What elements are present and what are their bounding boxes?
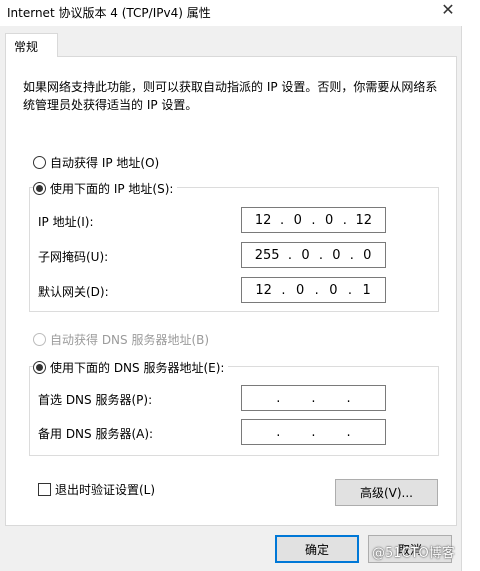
advanced-button[interactable]: 高级(V)... (335, 479, 438, 506)
manual-ip-label: 使用下面的 IP 地址(S): (50, 182, 174, 196)
ip-address-input[interactable]: 12. 0. 0. 12 (241, 207, 386, 233)
validate-on-exit-label: 退出时验证设置(L) (55, 483, 156, 497)
dot: . (311, 424, 316, 440)
subnet-mask-label: 子网掩码(U): (38, 250, 109, 264)
octet-1: 255 (254, 247, 280, 263)
dot: . (349, 247, 354, 263)
octet-3: 0 (325, 212, 334, 228)
dot: . (347, 282, 353, 298)
dot: . (276, 424, 281, 440)
dot: . (346, 390, 351, 406)
watermark-text: @51CTO博客 (372, 546, 455, 561)
dot: . (314, 282, 319, 298)
subnet-mask-input[interactable]: 255. 0. 0. 0 (241, 242, 386, 268)
dot: . (311, 212, 316, 228)
validate-on-exit-option[interactable]: 退出时验证设置(L) (38, 481, 155, 498)
auto-ip-label: 自动获得 IP 地址(O) (50, 156, 160, 170)
dot: . (318, 247, 323, 263)
auto-ip-radio[interactable] (33, 156, 46, 169)
preferred-dns-label: 首选 DNS 服务器(P): (38, 393, 153, 407)
close-icon[interactable]: ✕ (434, 0, 462, 22)
dot: . (342, 212, 347, 228)
octet-4: 12 (355, 212, 373, 228)
dot: . (281, 282, 286, 298)
tab-general[interactable]: 常规 (5, 33, 58, 57)
octet-3: 0 (332, 247, 341, 263)
octet-2: 0 (301, 247, 310, 263)
ok-button[interactable]: 确定 (275, 535, 359, 563)
manual-dns-option[interactable]: 使用下面的 DNS 服务器地址(E): (33, 359, 229, 376)
dot: . (287, 247, 293, 263)
default-gateway-label: 默认网关(D): (38, 285, 109, 299)
dot: . (311, 390, 316, 406)
octet-4: 1 (362, 282, 371, 298)
octet-1: 12 (255, 282, 272, 298)
window-title: Internet 协议版本 4 (TCP/IPv4) 属性 (7, 6, 211, 20)
octet-1: 12 (254, 212, 272, 228)
manual-dns-radio[interactable] (33, 361, 46, 374)
auto-dns-radio[interactable] (33, 333, 46, 346)
auto-dns-label: 自动获得 DNS 服务器地址(B) (50, 333, 210, 347)
dot: . (280, 212, 285, 228)
background-strip (462, 0, 480, 571)
default-gateway-input[interactable]: 12. 0. 0. 1 (241, 277, 386, 303)
tcpip-properties-dialog: Internet 协议版本 4 (TCP/IPv4) 属性 ✕ 常规 如果网络支… (0, 0, 462, 571)
octet-4: 0 (363, 247, 372, 263)
validate-on-exit-checkbox[interactable] (38, 483, 51, 496)
auto-dns-option[interactable]: 自动获得 DNS 服务器地址(B) (33, 331, 209, 348)
octet-2: 0 (295, 282, 305, 298)
octet-3: 0 (329, 282, 338, 298)
preferred-dns-input[interactable]: . . . (241, 385, 386, 411)
auto-ip-option[interactable]: 自动获得 IP 地址(O) (33, 154, 159, 171)
alternate-dns-input[interactable]: . . . (241, 419, 386, 445)
alternate-dns-label: 备用 DNS 服务器(A): (38, 427, 154, 441)
ip-address-label: IP 地址(I): (38, 215, 94, 229)
title-bar: Internet 协议版本 4 (TCP/IPv4) 属性 ✕ (0, 0, 462, 26)
octet-2: 0 (293, 212, 302, 228)
dot: . (346, 424, 351, 440)
manual-dns-label: 使用下面的 DNS 服务器地址(E): (50, 361, 225, 375)
manual-ip-radio[interactable] (33, 182, 46, 195)
dot: . (276, 390, 281, 406)
manual-ip-option[interactable]: 使用下面的 IP 地址(S): (33, 180, 178, 197)
description-text: 如果网络支持此功能，则可以获取自动指派的 IP 设置。否则，你需要从网络系统管理… (23, 80, 438, 112)
